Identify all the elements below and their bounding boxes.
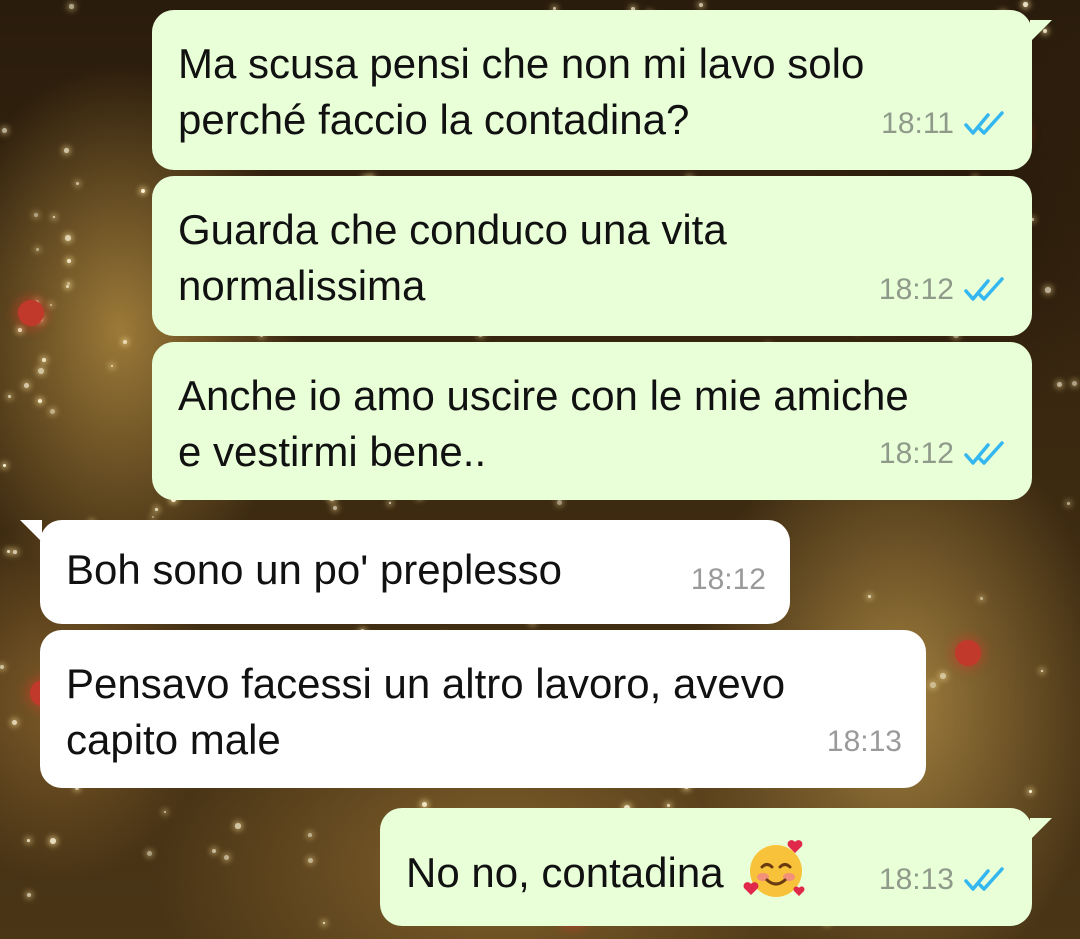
light-sparkle: [24, 383, 29, 388]
double-check-read-icon: [964, 441, 1008, 467]
light-sparkle: [235, 823, 241, 829]
message-time: 18:12: [878, 273, 954, 306]
light-sparkle: [13, 550, 17, 554]
light-sparkle: [50, 838, 56, 844]
message-bubble-outgoing[interactable]: No no, contadina 18:13: [380, 808, 1052, 926]
light-sparkle: [69, 4, 74, 9]
light-sparkle: [38, 399, 42, 403]
light-sparkle: [0, 665, 4, 669]
message-time: 18:12: [878, 437, 954, 470]
light-sparkle: [1045, 287, 1051, 293]
double-check-read-icon: [964, 111, 1008, 137]
light-sparkle: [27, 893, 31, 897]
light-sparkle: [111, 365, 113, 367]
red-ornament: [18, 300, 44, 326]
light-sparkle: [64, 148, 69, 153]
message-text: Boh sono un po' preplesso: [66, 546, 563, 593]
light-sparkle: [155, 508, 158, 511]
light-sparkle: [1057, 382, 1063, 388]
light-sparkle: [667, 804, 670, 807]
light-sparkle: [3, 464, 6, 467]
light-sparkle: [940, 673, 946, 679]
message-meta: 18:12: [879, 426, 1008, 482]
light-sparkle: [868, 595, 871, 598]
message-bubble-outgoing[interactable]: Guarda che conduco una vita normalissima…: [152, 176, 1032, 336]
message-bubble-incoming[interactable]: Boh sono un po' preplesso 18:12: [20, 520, 790, 624]
message-meta: 18:13: [827, 714, 902, 770]
message-time: 18:12: [690, 563, 766, 596]
light-sparkle: [65, 235, 71, 241]
light-sparkle: [18, 328, 22, 332]
light-sparkle: [1072, 381, 1077, 386]
bubble-tail: [1030, 20, 1052, 42]
light-sparkle: [930, 682, 936, 688]
message-text: Pensavo facessi un altro lavoro, avevo c…: [66, 660, 786, 763]
light-sparkle: [42, 358, 46, 362]
message-time: 18:11: [881, 107, 954, 140]
light-sparkle: [27, 839, 30, 842]
message-time: 18:13: [878, 863, 954, 896]
light-sparkle: [422, 802, 427, 807]
message-meta: 18:11: [881, 96, 1008, 152]
smiling-face-with-hearts-icon: [743, 836, 809, 916]
message-time: 18:13: [826, 725, 902, 758]
message-bubble-outgoing[interactable]: Anche io amo uscire con le mie amiche e …: [152, 342, 1032, 500]
red-ornament: [955, 640, 981, 666]
light-sparkle: [1023, 2, 1028, 7]
message-meta: 18:12: [879, 262, 1008, 318]
bubble-tail: [20, 520, 42, 542]
message-bubble-outgoing[interactable]: Ma scusa pensi che non mi lavo solo perc…: [152, 10, 1052, 170]
light-sparkle: [38, 368, 44, 374]
light-sparkle: [8, 395, 11, 398]
double-check-read-icon: [964, 867, 1008, 893]
bubble-tail: [1030, 818, 1052, 840]
double-check-read-icon: [964, 277, 1008, 303]
light-sparkle: [34, 213, 38, 217]
message-bubble-incoming[interactable]: Pensavo facessi un altro lavoro, avevo c…: [40, 630, 926, 788]
light-sparkle: [67, 259, 71, 263]
light-sparkle: [66, 285, 69, 288]
message-meta: 18:13: [879, 852, 1008, 908]
light-sparkle: [308, 833, 312, 837]
message-meta: 18:12: [691, 552, 766, 608]
